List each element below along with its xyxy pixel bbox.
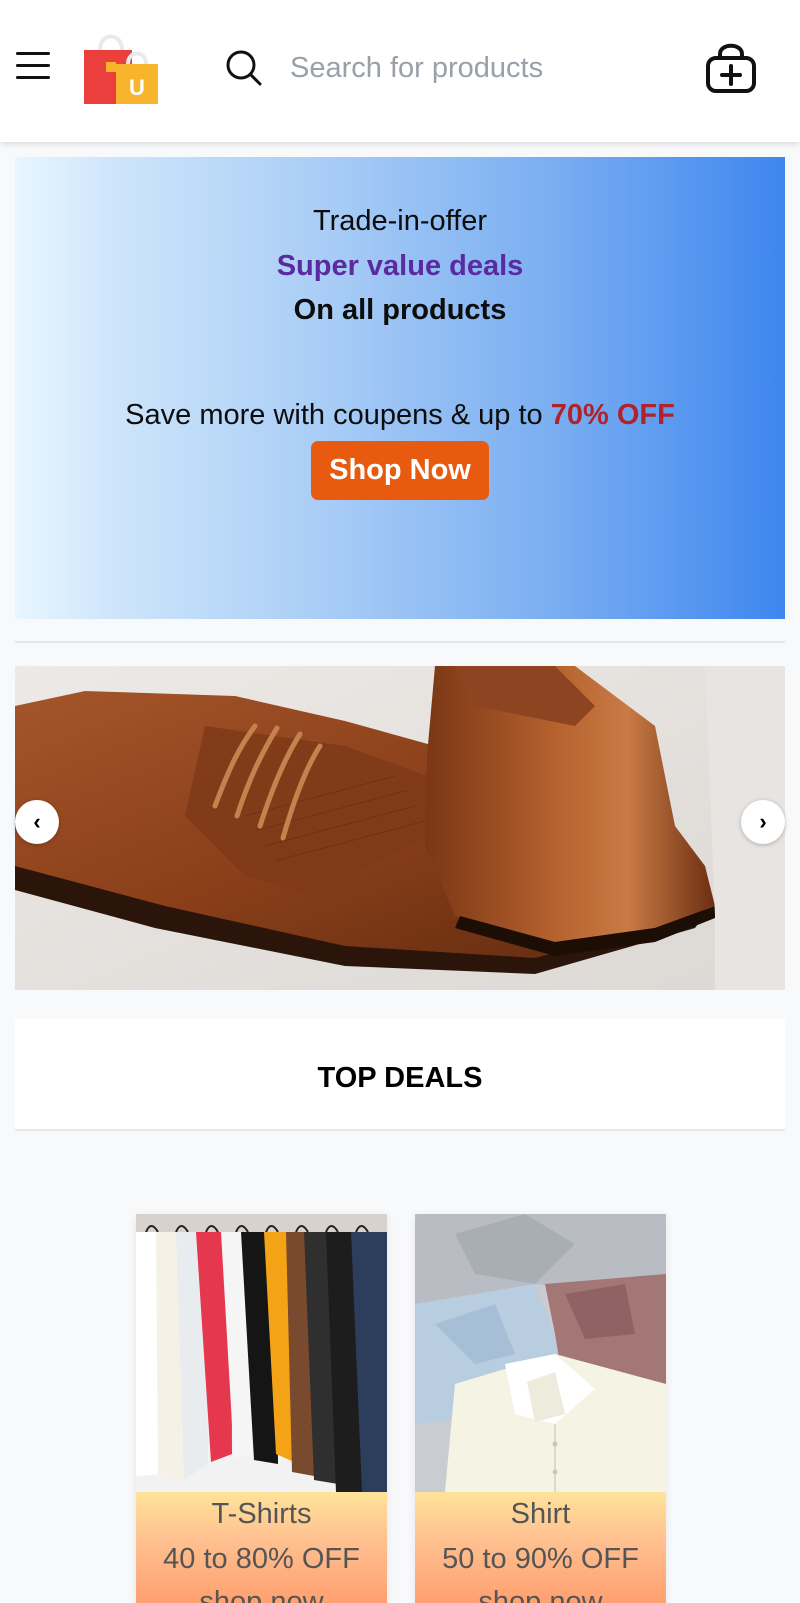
top-deals-title: TOP DEALS: [15, 1019, 785, 1131]
deal-name: T-Shirts: [211, 1498, 312, 1530]
deal-card-shirt[interactable]: Shirt 50 to 90% OFF shop now: [415, 1214, 666, 1603]
carousel-prev-button[interactable]: ‹: [15, 800, 59, 844]
deal-card-footer: Shirt 50 to 90% OFF shop now: [415, 1492, 666, 1603]
promo-line-deals: Super value deals: [276, 250, 524, 282]
shop-logo[interactable]: U: [82, 28, 162, 106]
svg-text:U: U: [129, 75, 145, 100]
promo-line-savings: Save more with coupens & up to 70% OFF: [15, 399, 785, 432]
product-carousel[interactable]: [15, 666, 785, 990]
savings-text: Save more with coupens & up to: [125, 399, 551, 431]
carousel-next-button[interactable]: ›: [741, 800, 785, 844]
deal-card-tshirts[interactable]: T-Shirts 40 to 80% OFF shop now: [136, 1214, 387, 1603]
tshirts-image: [136, 1214, 387, 1492]
shirts-image: [415, 1214, 666, 1492]
search-icon[interactable]: [224, 48, 264, 88]
promo-banner: Trade-in-offer Super value deals On all …: [15, 157, 785, 619]
menu-icon[interactable]: [16, 50, 52, 82]
deal-name: Shirt: [510, 1498, 571, 1530]
deal-card-footer: T-Shirts 40 to 80% OFF shop now: [136, 1492, 387, 1603]
section-divider: [15, 641, 785, 643]
shop-now-button[interactable]: Shop Now: [311, 441, 489, 500]
deal-discount: 50 to 90% OFF: [442, 1543, 639, 1575]
search-input[interactable]: [290, 40, 650, 96]
discount-highlight: 70% OFF: [550, 399, 675, 431]
carousel-slide-image: [15, 666, 785, 990]
top-deals-section: TOP DEALS: [15, 1019, 785, 1603]
promo-line-products: On all products: [293, 294, 507, 326]
cart-add-icon[interactable]: [703, 40, 759, 96]
shop-now-link[interactable]: shop now: [415, 1586, 666, 1603]
top-header: U: [0, 0, 800, 142]
promo-line-trade-in: Trade-in-offer: [312, 205, 488, 237]
shop-now-link[interactable]: shop now: [136, 1586, 387, 1603]
deal-discount: 40 to 80% OFF: [163, 1543, 360, 1575]
